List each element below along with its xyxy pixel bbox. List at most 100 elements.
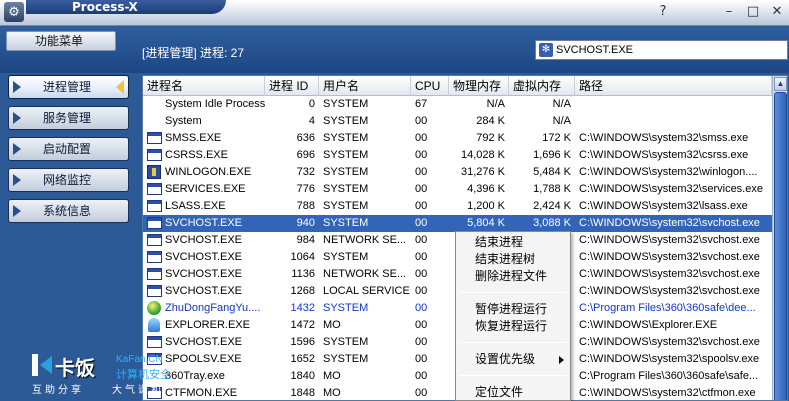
watermark-tagline-right: 大气谦和 [112,385,164,396]
scroll-up-arrow-icon[interactable]: ▲ [774,77,787,91]
cell-physical-memory: 792 K [449,130,509,147]
minimize-button[interactable]: – [720,3,738,21]
table-row[interactable]: System Idle Process 0 SYSTEM 67 N/A N/A [143,96,772,113]
cell-pid-text: 776 [296,183,315,195]
sidebar-item-process-management[interactable]: 进程管理 [8,75,129,99]
context-menu-item[interactable]: 暂停进程运行 [456,301,570,318]
vertical-scrollbar[interactable]: ▲ [772,76,787,400]
cell-virtual-memory: 2,424 K [509,198,575,215]
cell-pid-text: 1064 [290,251,315,263]
cell-path: C:\WINDOWS\system32\lsass.exe [575,198,772,215]
cell-path: C:\WINDOWS\system32\svchost.exe [575,334,772,351]
watermark-tagline-left: 互助分享 [32,385,84,396]
cell-path [575,96,772,113]
cell-user-text: SYSTEM [323,115,369,127]
cell-name: WINLOGON.EXE [143,164,265,181]
cell-pid-text: 1848 [290,387,315,399]
watermark-brand-en: KaFan.CN [116,354,163,365]
cell-user: SYSTEM [319,147,411,164]
cell-path-text: C:\Program Files\360\360safe\dee... [579,302,756,314]
cell-path: C:\WINDOWS\system32\svchost.exe [575,232,772,249]
cell-pid-text: 0 [308,98,315,110]
cell-name-text: SVCHOST.EXE [165,268,243,280]
window-icon [147,149,162,161]
context-menu-item[interactable]: 设置优先级 [456,351,570,368]
function-menu-button[interactable]: 功能菜单 [6,31,116,51]
column-header-virtual-memory[interactable]: 虚拟内存 [509,76,575,96]
cell-name-text: SVCHOST.EXE [165,217,243,229]
window-icon [147,285,162,297]
cell-cpu: 00 [411,385,449,400]
cell-user-text: SYSTEM [323,336,369,348]
sidebar-item-system-info[interactable]: 系统信息 [8,199,129,223]
cell-user-text: MO [323,387,341,399]
cell-physical-memory-text: 284 K [476,115,505,127]
sidebar-item-startup-config[interactable]: 启动配置 [8,137,129,161]
cell-user: SYSTEM [319,198,411,215]
table-row[interactable]: System 4 SYSTEM 00 284 K N/A [143,113,772,130]
scroll-thumb[interactable] [774,92,787,400]
cell-path-text: C:\WINDOWS\system32\svchost.exe [579,234,760,246]
context-menu-item[interactable]: 结束进程树 [456,251,570,268]
cell-pid: 1472 [265,317,319,334]
cell-user: MO [319,317,411,334]
table-row[interactable]: SVCHOST.EXE 940 SYSTEM 00 5,804 K 3,088 K C:\W… [143,215,772,232]
cell-pid-text: 984 [296,234,315,246]
cell-path-text: C:\WINDOWS\system32\svchost.exe [579,251,760,263]
context-menu: 结束进程结束进程树删除进程文件暂停进程运行恢复进程运行设置优先级定位文件查看属性 [455,231,571,401]
maximize-button[interactable]: □ [744,3,762,21]
column-header-cpu[interactable]: CPU [411,76,449,96]
cell-cpu: 00 [411,266,449,283]
submenu-arrow-icon [559,356,564,364]
cell-pid: 1432 [265,300,319,317]
search-input[interactable] [556,42,784,58]
cell-pid: 1064 [265,249,319,266]
context-menu-item[interactable]: 删除进程文件 [456,268,570,285]
cell-name: ZhuDongFangYu.... [143,300,265,317]
column-header-name[interactable]: 进程名 [143,76,265,96]
cell-user: SYSTEM [319,113,411,130]
table-row[interactable]: LSASS.EXE 788 SYSTEM 00 1,200 K 2,424 K C:\WIN… [143,198,772,215]
cell-path: C:\WINDOWS\system32\services.exe [575,181,772,198]
cell-path-text: C:\WINDOWS\system32\smss.exe [579,132,749,144]
cell-user: SYSTEM [319,164,411,181]
window-icon [147,251,162,263]
cell-pid-text: 1432 [290,302,315,314]
cell-cpu-text: 00 [415,302,428,314]
help-icon[interactable]: ? [654,3,672,21]
cell-physical-memory: 4,396 K [449,181,509,198]
window-title: Process-X [72,0,138,14]
cell-pid-text: 1136 [291,268,315,280]
context-menu-item[interactable]: 结束进程 [456,234,570,251]
cell-cpu: 00 [411,198,449,215]
cell-path: C:\WINDOWS\system32\svchost.exe [575,215,772,232]
cell-physical-memory: 14,028 K [449,147,509,164]
table-row[interactable]: SERVICES.EXE 776 SYSTEM 00 4,396 K 1,788 K C:\… [143,181,772,198]
context-menu-item[interactable]: 定位文件 [456,384,570,401]
cell-user-text: NETWORK SE... [323,234,407,246]
cell-cpu-text: 00 [415,370,428,382]
table-row[interactable]: WINLOGON.EXE 732 SYSTEM 00 31,276 K 5,484 K C:… [143,164,772,181]
cell-cpu: 00 [411,300,449,317]
table-row[interactable]: CSRSS.EXE 696 SYSTEM 00 14,028 K 1,696 K C:\WI… [143,147,772,164]
sidebar-item-service-management[interactable]: 服务管理 [8,106,129,130]
cell-path-text: C:\WINDOWS\system32\csrss.exe [579,149,749,161]
sidebar-item-network-monitor[interactable]: 网络监控 [8,168,129,192]
cell-path-text: C:\WINDOWS\system32\svchost.exe [579,336,760,348]
close-button[interactable]: ✕ [768,3,786,21]
cell-physical-memory-text: 31,276 K [460,166,505,178]
cell-physical-memory: 5,804 K [449,215,509,232]
context-menu-item[interactable]: 恢复进程运行 [456,318,570,335]
column-header-path[interactable]: 路径 [575,76,772,96]
cell-pid-text: 732 [296,166,315,178]
column-header-physical-memory[interactable]: 物理内存 [449,76,509,96]
column-header-user[interactable]: 用户名 [319,76,411,96]
cell-name-text: SVCHOST.EXE [165,234,243,246]
gear-icon[interactable]: ⚙ [4,2,24,22]
table-row[interactable]: SMSS.EXE 636 SYSTEM 00 792 K 172 K C:\WINDOWS\… [143,130,772,147]
column-header-pid[interactable]: 进程 ID [265,76,319,96]
winlogon-icon [147,165,161,179]
cell-path-text: C:\WINDOWS\system32\spoolsv.exe [579,353,760,365]
cell-cpu-text: 00 [415,234,428,246]
cell-path-text: C:\WINDOWS\Explorer.EXE [579,319,718,331]
